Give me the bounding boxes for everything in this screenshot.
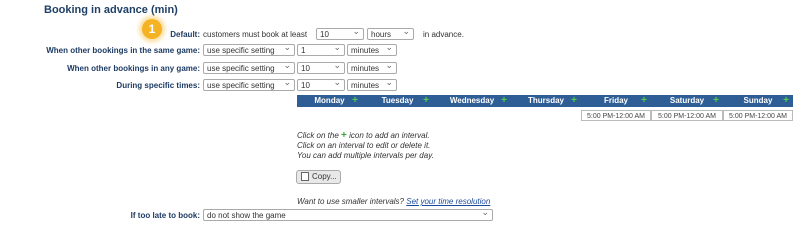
specific-times-mode-select[interactable]: use specific setting xyxy=(203,79,295,91)
any-game-label: When other bookings in any game: xyxy=(67,64,200,73)
add-interval-plus-icon[interactable]: + xyxy=(352,95,358,107)
specific-times-amount-select[interactable]: 10 xyxy=(297,79,345,91)
smaller-intervals-text: Want to use smaller intervals? Set your … xyxy=(297,197,491,206)
add-interval-plus-icon[interactable]: + xyxy=(783,95,789,107)
day-header-monday: Monday + xyxy=(297,95,362,107)
hint-add-interval: Click on the + icon to add an interval. xyxy=(297,130,430,141)
add-interval-plus-icon[interactable]: + xyxy=(501,95,507,107)
copy-icon xyxy=(301,172,309,182)
any-game-mode-select[interactable]: use specific setting xyxy=(203,62,295,74)
day-header-sunday: Sunday + xyxy=(723,95,793,107)
any-game-amount-select[interactable]: 10 xyxy=(297,62,345,74)
interval-slot-sunday[interactable]: 5:00 PM-12:00 AM xyxy=(723,110,793,121)
too-late-label: If too late to book: xyxy=(130,211,200,220)
interval-slot-saturday[interactable]: 5:00 PM-12:00 AM xyxy=(651,110,723,121)
add-interval-plus-icon[interactable]: + xyxy=(571,95,577,107)
time-resolution-link[interactable]: Set your time resolution xyxy=(406,197,490,206)
hint-edit-interval: Click on an interval to edit or delete i… xyxy=(297,141,431,150)
day-header-tuesday: Tuesday + xyxy=(362,95,433,107)
same-game-amount-select[interactable]: 1 xyxy=(297,44,345,56)
section-title: Booking in advance (min) xyxy=(44,4,178,16)
default-unit-select[interactable]: hours xyxy=(367,28,414,40)
interval-slot-friday[interactable]: 5:00 PM-12:00 AM xyxy=(581,110,651,121)
default-text-before: customers must book at least xyxy=(203,30,308,39)
specific-times-label: During specific times: xyxy=(116,81,200,90)
same-game-label: When other bookings in the same game: xyxy=(46,46,200,55)
copy-button[interactable]: Copy... xyxy=(296,170,341,184)
default-amount-select[interactable]: 10 xyxy=(316,28,364,40)
day-header-wednesday: Wednesday + xyxy=(433,95,511,107)
add-interval-plus-icon[interactable]: + xyxy=(713,95,719,107)
too-late-select[interactable]: do not show the game xyxy=(203,209,493,221)
add-interval-plus-icon[interactable]: + xyxy=(423,95,429,107)
day-header-thursday: Thursday + xyxy=(511,95,581,107)
default-text-after: in advance. xyxy=(423,30,464,39)
default-label: Default: xyxy=(170,30,200,39)
any-game-unit-select[interactable]: minutes xyxy=(347,62,397,74)
hint-multiple-intervals: You can add multiple intervals per day. xyxy=(297,151,434,160)
same-game-unit-select[interactable]: minutes xyxy=(347,44,397,56)
specific-times-unit-select[interactable]: minutes xyxy=(347,79,397,91)
add-interval-plus-icon[interactable]: + xyxy=(641,95,647,107)
plus-icon: + xyxy=(341,130,347,141)
same-game-mode-select[interactable]: use specific setting xyxy=(203,44,295,56)
day-header-friday: Friday + xyxy=(581,95,651,107)
day-header-saturday: Saturday + xyxy=(651,95,723,107)
